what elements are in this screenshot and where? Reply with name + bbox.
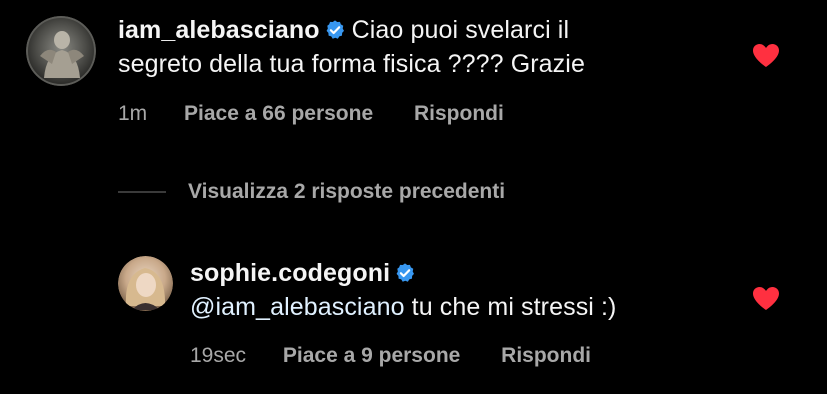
reply-username[interactable]: sophie.codegoni — [190, 259, 390, 287]
reply-timestamp: 19sec — [190, 344, 247, 367]
reply-mention-link[interactable]: @iam_alebasciano — [190, 293, 405, 321]
heart-filled-icon[interactable] — [752, 286, 780, 316]
reply-text: tu che mi stressi :) — [404, 293, 617, 321]
comment-timestamp: 1m — [118, 102, 148, 125]
comments-thread: iam_alebasciano Ciao puoi svelarci il se… — [0, 0, 827, 394]
replies-divider-line — [118, 191, 166, 193]
comment-likes-link[interactable]: Piace a 66 persone — [184, 102, 373, 125]
reply-meta: 19sec Piace a 9 persone Rispondi — [190, 343, 591, 369]
comment-meta: 1m Piace a 66 persone Rispondi — [118, 101, 504, 127]
comment-text-line1: Ciao puoi svelarci il — [351, 16, 570, 44]
view-replies-label: Visualizza 2 risposte precedenti — [188, 180, 506, 203]
comment-reply-button[interactable]: Rispondi — [414, 102, 504, 125]
comment-username[interactable]: iam_alebasciano — [118, 16, 320, 44]
reply-likes-link[interactable]: Piace a 9 persone — [283, 344, 460, 367]
avatar-iam-alebasciano[interactable] — [26, 16, 96, 86]
comment-body: iam_alebasciano Ciao puoi svelarci il se… — [118, 15, 758, 80]
avatar-sophie-codegoni[interactable] — [118, 256, 173, 311]
view-previous-replies-button[interactable]: Visualizza 2 risposte precedenti — [118, 178, 505, 206]
verified-badge-icon — [324, 18, 346, 49]
reply-reply-button[interactable]: Rispondi — [501, 344, 591, 367]
reply-body: sophie.codegoni @iam_alebasciano tu che … — [190, 258, 750, 323]
heart-filled-icon[interactable] — [752, 43, 780, 73]
comment-text-line2: segreto della tua forma fisica ???? Graz… — [118, 50, 585, 78]
verified-badge-icon — [394, 261, 416, 292]
